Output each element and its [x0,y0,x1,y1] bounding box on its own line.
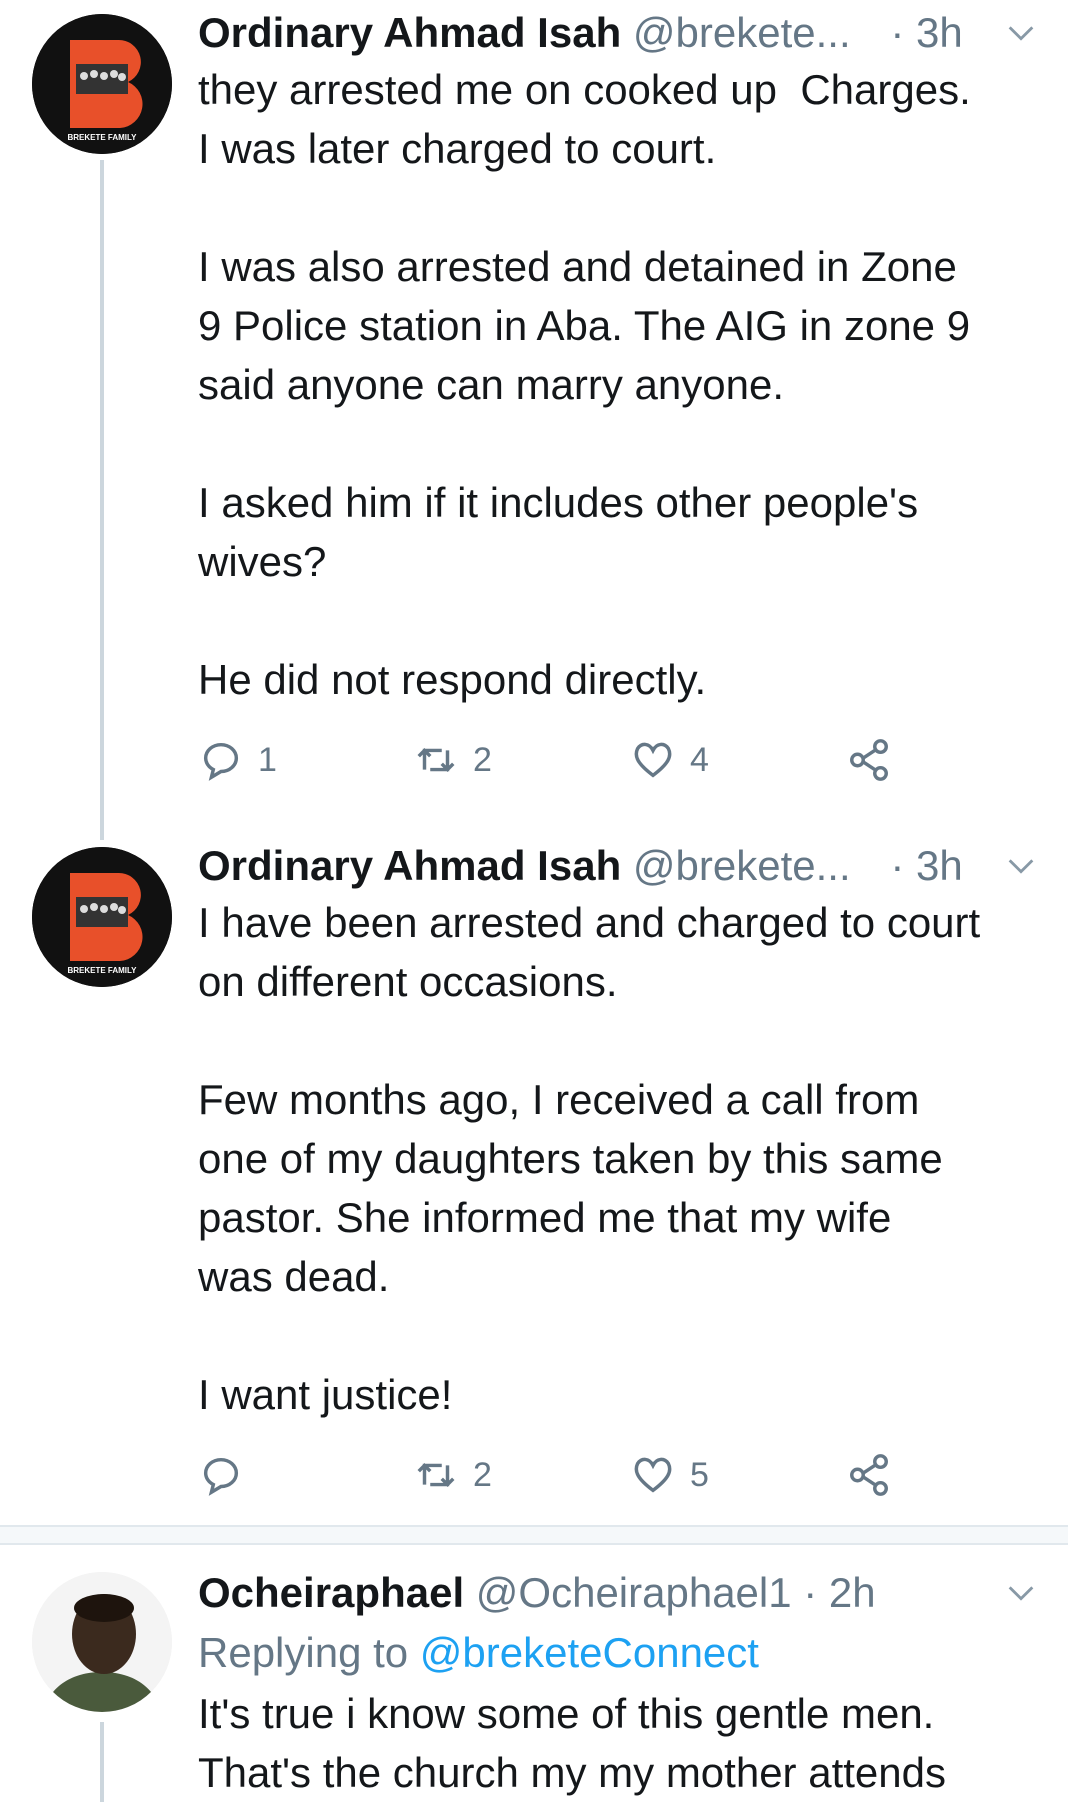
logo-text: BREKETE FAMILY [67,966,137,975]
display-name[interactable]: Ordinary Ahmad Isah [198,842,621,889]
replying-to-label: Replying to [198,1629,409,1676]
thread-line [100,160,104,840]
like-button[interactable]: 5 [630,1450,709,1500]
display-name[interactable]: Ordinary Ahmad Isah [198,9,621,56]
brekete-logo-icon: BREKETE FAMILY [32,847,172,987]
retweet-icon [417,747,455,773]
reply-icon [203,742,239,781]
tweet-text: I have been arrested and charged to cour… [198,899,981,1418]
retweet-icon [417,1462,455,1488]
share-button[interactable] [846,1450,892,1500]
brekete-logo-icon: BREKETE FAMILY [32,14,172,154]
brekete-logo-avatar[interactable]: BREKETE FAMILY [32,847,172,987]
replying-to-handle[interactable]: @breketeConnect [420,1629,759,1676]
share-icon [850,739,888,781]
user-avatar[interactable] [32,1572,172,1712]
divider [0,1543,1068,1545]
user-photo-icon [32,1572,172,1712]
reply-button[interactable]: 1 [198,735,277,785]
chevron-down-icon[interactable] [1004,849,1038,883]
reply-button[interactable] [198,1450,258,1500]
share-button[interactable] [846,735,892,785]
share-icon [850,1454,888,1496]
tweet-actions: 1 2 4 [198,735,918,785]
reply-icon [203,1457,239,1496]
brekete-logo-avatar[interactable]: BREKETE FAMILY [32,14,172,154]
retweet-count: 2 [473,1455,492,1494]
thread-line [100,1722,104,1802]
reply-count: 1 [258,740,277,779]
tweet-header: Ordinary Ahmad Isah @brekete... · 3h [198,839,1048,893]
user-handle[interactable]: @brekete... [633,842,851,889]
user-handle[interactable]: @Ocheiraphael1 [476,1569,792,1616]
display-name[interactable]: Ocheiraphael [198,1569,464,1616]
timestamp[interactable]: · 3h [890,842,962,889]
retweet-button[interactable]: 2 [413,1450,492,1500]
tweet-text: It's true i know some of this gentle men… [198,1690,946,1796]
heart-icon [634,742,672,778]
like-count: 4 [690,740,709,779]
tweet-header: Ocheiraphael @Ocheiraphael1 · 2h [198,1566,1048,1620]
logo-text: BREKETE FAMILY [67,133,137,142]
chevron-down-icon[interactable] [1004,16,1038,50]
chevron-down-icon[interactable] [1004,1576,1038,1610]
tweet-text: they arrested me on cooked up Charges. I… [198,66,971,703]
like-button[interactable]: 4 [630,735,709,785]
user-handle[interactable]: @brekete... [633,9,851,56]
heart-icon [634,1457,672,1493]
tweet-actions: 2 5 [198,1450,918,1500]
timestamp[interactable]: · 2h [803,1569,875,1616]
timestamp[interactable]: · 3h [890,9,962,56]
section-separator [0,1527,1068,1543]
tweet-header: Ordinary Ahmad Isah @brekete... · 3h [198,6,1048,60]
replying-to: Replying to @breketeConnect [198,1626,759,1680]
retweet-count: 2 [473,740,492,779]
like-count: 5 [690,1455,709,1494]
retweet-button[interactable]: 2 [413,735,492,785]
